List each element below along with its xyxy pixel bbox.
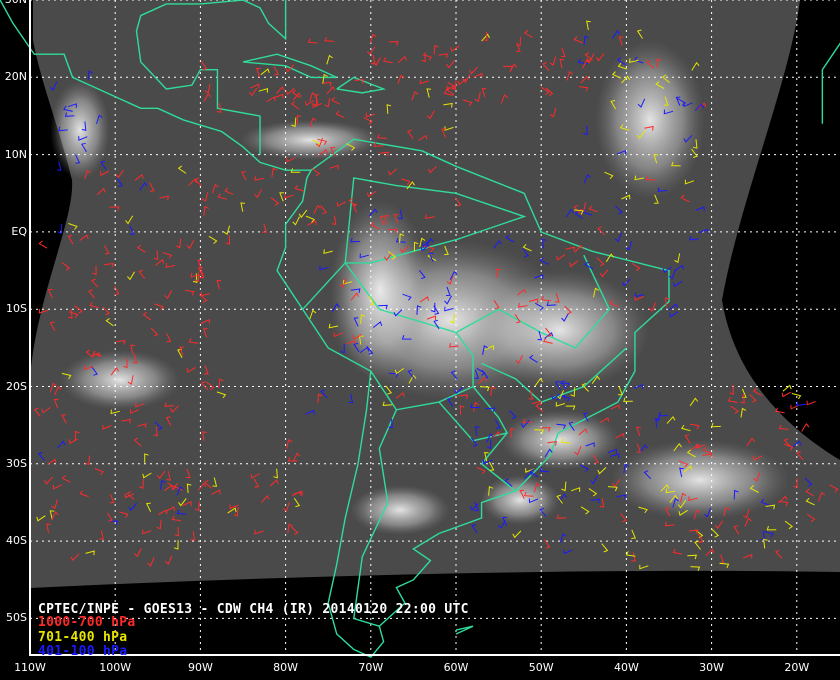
cloud-area	[350, 485, 450, 535]
lon-label: 50W	[528, 661, 554, 674]
lat-label: 20N	[4, 70, 27, 84]
lon-label: 90W	[187, 661, 213, 674]
legend-high-level: 401-100 hPa	[38, 644, 128, 659]
legend-low-level: 1000-700 hPa	[38, 615, 136, 630]
lat-label: 10N	[4, 147, 27, 161]
lat-label: EQ	[11, 224, 27, 238]
lat-label: 10S	[6, 302, 27, 316]
lon-label: 30W	[699, 661, 725, 674]
lat-label: 40S	[6, 534, 27, 548]
lat-label: 20S	[6, 379, 27, 393]
cloud-area	[500, 410, 620, 470]
lat-label: 30N	[0, 0, 27, 6]
lon-label: 40W	[613, 661, 639, 674]
lat-label: 50S	[6, 611, 27, 625]
cloud-area	[480, 475, 560, 525]
cloud-area	[470, 270, 650, 390]
legend-mid-level: 701-400 hPa	[38, 630, 128, 645]
cloud-area	[330, 200, 430, 380]
lon-label: 20W	[784, 661, 810, 674]
satellite-wind-map	[0, 0, 840, 680]
cloud-area	[60, 350, 180, 410]
lat-label: 30S	[6, 456, 27, 470]
lon-label: 100W	[99, 661, 132, 674]
lon-label: 70W	[358, 661, 384, 674]
cloud-area	[595, 40, 705, 200]
lon-label: 110W	[14, 661, 46, 674]
lon-label: 60W	[443, 661, 469, 674]
lon-label: 80W	[273, 661, 299, 674]
